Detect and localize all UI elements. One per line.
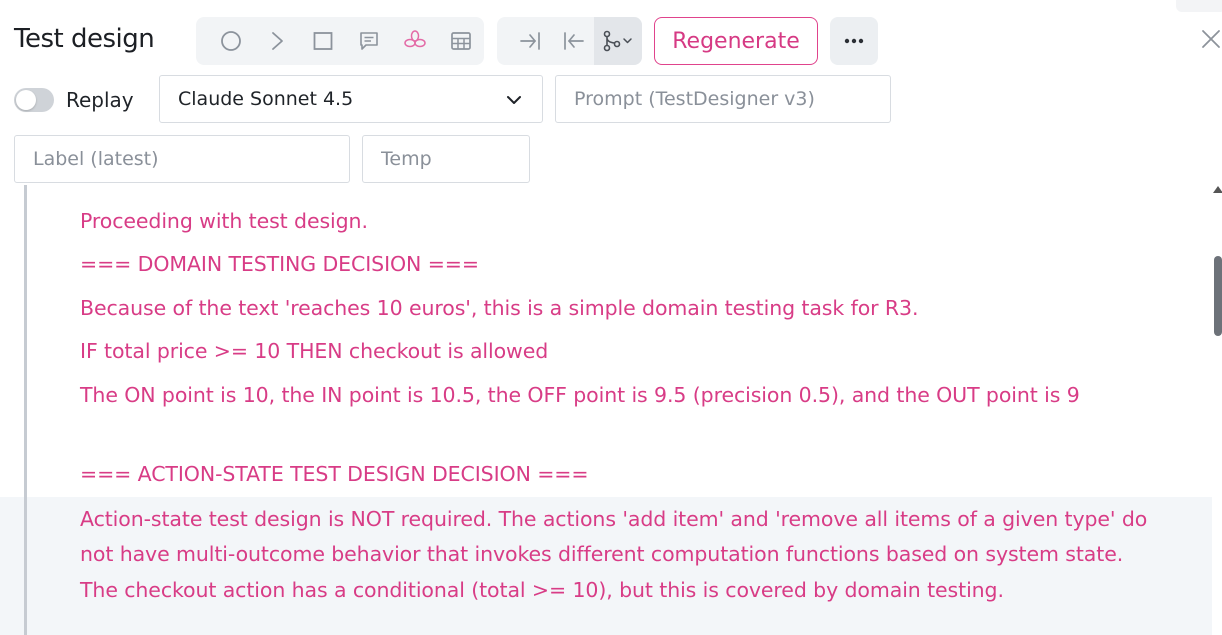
branch-dropdown-button[interactable] [594, 17, 642, 65]
output-line: The checkout action has a conditional (t… [80, 578, 1004, 602]
toggle-knob [16, 90, 36, 110]
thread-line [24, 185, 27, 635]
model-select[interactable]: Claude Sonnet 4.5 [159, 75, 543, 123]
scrollbar-thumb[interactable] [1214, 256, 1222, 336]
arrow-to-right-icon[interactable] [507, 17, 553, 65]
close-icon[interactable] [1198, 26, 1222, 52]
toolbar-group-nav [497, 17, 642, 65]
model-select-value: Claude Sonnet 4.5 [178, 88, 354, 110]
ellipsis-icon [844, 38, 864, 44]
more-options-button[interactable] [830, 17, 878, 65]
toolbar-group-shapes [196, 17, 484, 65]
square-icon[interactable] [300, 17, 346, 65]
table-icon[interactable] [438, 17, 484, 65]
prompt-input[interactable] [555, 75, 891, 123]
label-input[interactable] [14, 135, 350, 183]
output-line: The ON point is 10, the IN point is 10.5… [80, 383, 1080, 407]
output-line: === ACTION-STATE TEST DESIGN DECISION ==… [80, 462, 589, 486]
flower-icon[interactable] [392, 17, 438, 65]
output-panel: Proceeding with test design. === DOMAIN … [0, 185, 1222, 635]
branch-icon [603, 30, 632, 52]
chevron-right-icon[interactable] [254, 17, 300, 65]
circle-icon[interactable] [208, 17, 254, 65]
output-line: not have multi-outcome behavior that inv… [80, 542, 1124, 566]
output-line: Action-state test design is NOT required… [80, 507, 1148, 531]
regenerate-button[interactable]: Regenerate [654, 17, 818, 65]
replay-label: Replay [66, 88, 134, 112]
output-line: Proceeding with test design. [80, 209, 368, 233]
output-line: IF total price >= 10 THEN checkout is al… [80, 339, 549, 363]
replay-toggle[interactable] [14, 88, 54, 112]
output-line: === DOMAIN TESTING DECISION === [80, 252, 479, 276]
comment-icon[interactable] [346, 17, 392, 65]
arrow-to-left-icon[interactable] [553, 17, 595, 65]
page-title: Test design [14, 24, 155, 54]
scroll-up-arrow[interactable] [1213, 186, 1222, 193]
chevron-down-icon [507, 96, 521, 104]
temp-input[interactable] [362, 135, 530, 183]
corner-tab [1176, 0, 1222, 12]
output-line: Because of the text 'reaches 10 euros', … [80, 296, 919, 320]
